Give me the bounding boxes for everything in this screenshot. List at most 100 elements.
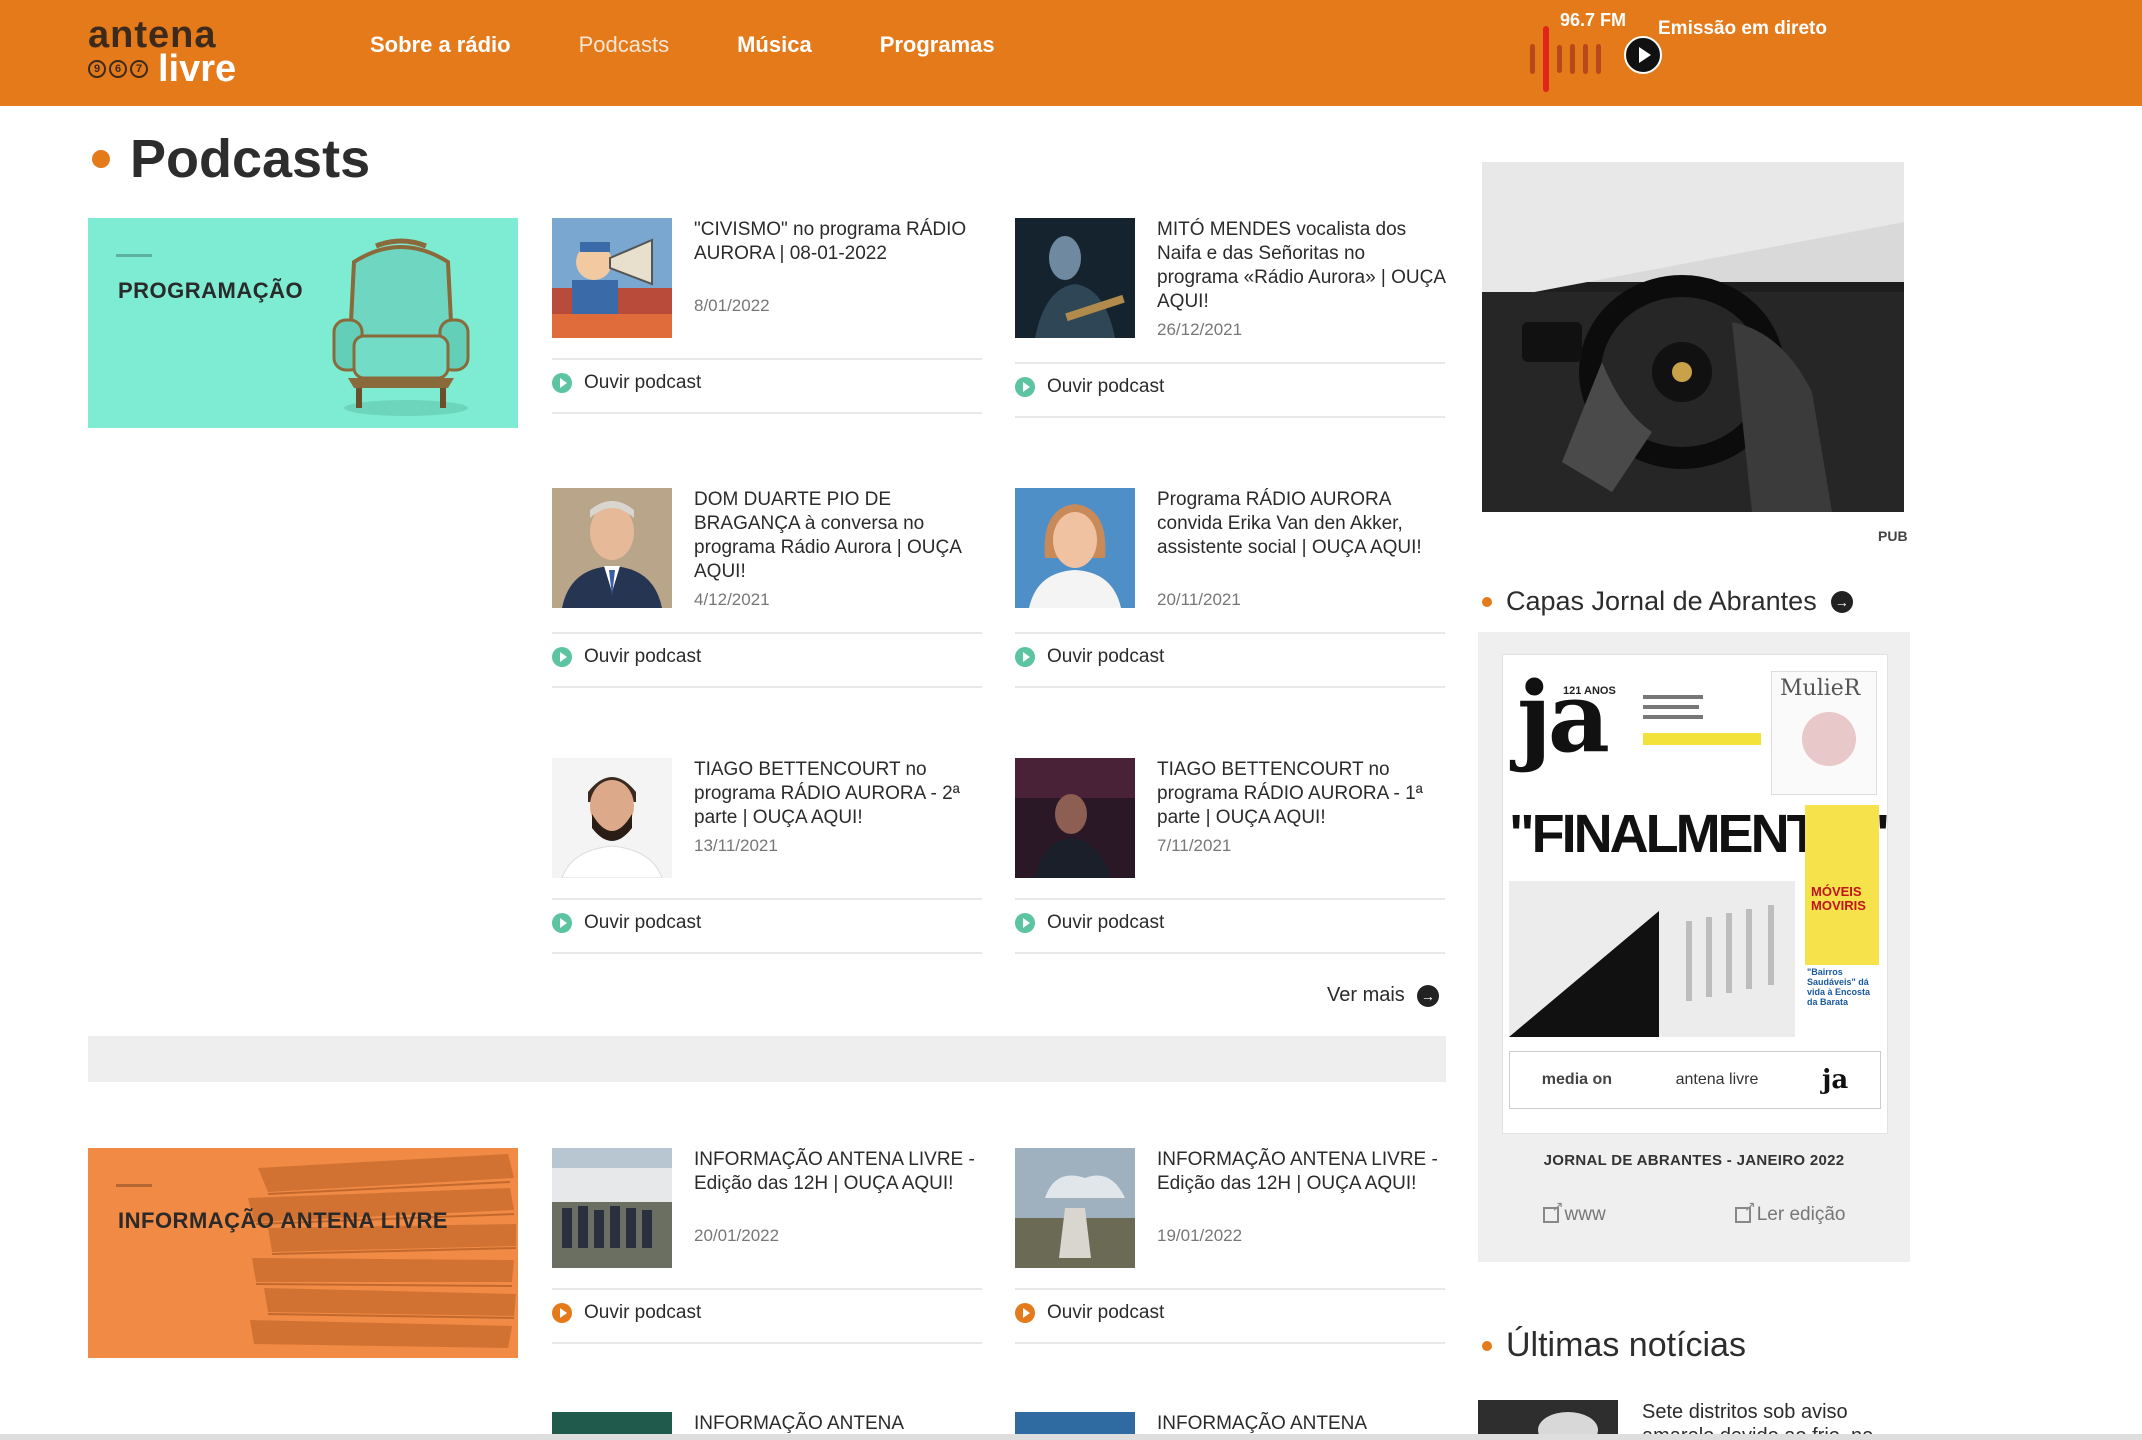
advertisement-banner[interactable]: [1482, 162, 1904, 512]
podcast-title[interactable]: INFORMAÇÃO ANTENA LIVRE - Edição das 12H…: [694, 1148, 982, 1196]
news-section-title: Últimas notícias: [1482, 1326, 1746, 1365]
listen-podcast-link[interactable]: Ouvir podcast: [1015, 1302, 1164, 1324]
nav-podcasts[interactable]: Podcasts: [579, 32, 670, 58]
logo-digit: 7: [130, 60, 148, 78]
podcast-date: 4/12/2021: [694, 590, 770, 609]
ad-label: PUB: [1878, 528, 1908, 544]
divider: [552, 898, 982, 900]
page-title: Podcasts: [92, 128, 370, 190]
banner-dash: [116, 254, 152, 257]
podcast-card[interactable]: INFORMAÇÃO ANTENA LIVRE - Edição das 12H…: [552, 1148, 982, 1348]
external-link-icon: [1542, 1198, 1564, 1223]
podcast-thumbnail[interactable]: [1015, 1148, 1135, 1268]
divider: [552, 632, 982, 634]
cover-masthead: ja: [1517, 661, 1610, 774]
see-more-link[interactable]: Ver mais →: [1327, 984, 1439, 1007]
cover-bairros: "Bairros Saudáveis" dá vida à Encosta da…: [1807, 967, 1871, 1007]
category-banner-programacao[interactable]: PROGRAMAÇÃO: [88, 218, 518, 428]
listen-podcast-link[interactable]: Ouvir podcast: [1015, 376, 1164, 398]
podcast-thumbnail[interactable]: [1015, 488, 1135, 608]
podcast-title[interactable]: MITÓ MENDES vocalista dos Naifa e das Se…: [1157, 218, 1445, 314]
play-circle-icon: [552, 913, 572, 933]
jornal-title-text: Capas Jornal de Abrantes: [1506, 586, 1817, 616]
podcast-title[interactable]: "CIVISMO" no programa RÁDIO AURORA | 08-…: [694, 218, 982, 266]
podcast-card[interactable]: MITÓ MENDES vocalista dos Naifa e das Se…: [1015, 218, 1445, 422]
podcast-card[interactable]: "CIVISMO" no programa RÁDIO AURORA | 08-…: [552, 218, 982, 418]
play-circle-icon: [552, 373, 572, 393]
jornal-cover-image[interactable]: ja 121 ANOS MulieR "FINALMENTE!" MÓVEIS …: [1502, 654, 1888, 1134]
cover-anos: 121 ANOS: [1563, 685, 1616, 697]
category-label: PROGRAMAÇÃO: [118, 278, 304, 303]
top-header: antena 9 6 7 livre Sobre a rádio Podcast…: [0, 0, 2142, 106]
podcast-thumbnail[interactable]: [552, 218, 672, 338]
jornal-section-title: Capas Jornal de Abrantes →: [1482, 586, 1853, 617]
cover-moveis: MÓVEIS MOVIRIS: [1811, 884, 1866, 913]
podcast-title[interactable]: TIAGO BETTENCOURT no programa RÁDIO AURO…: [694, 758, 982, 830]
listen-podcast-link[interactable]: Ouvir podcast: [552, 912, 701, 934]
divider: [552, 412, 982, 414]
www-link[interactable]: www: [1542, 1198, 1606, 1226]
page-title-text: Podcasts: [130, 129, 371, 189]
podcast-thumbnail[interactable]: [1015, 218, 1135, 338]
podcast-date: 20/11/2021: [1157, 590, 1241, 609]
jornal-caption: JORNAL DE ABRANTES - JANEIRO 2022: [1543, 1152, 1845, 1169]
see-more-label: Ver mais: [1327, 984, 1405, 1006]
read-edition-link[interactable]: Ler edição: [1734, 1198, 1845, 1226]
main-nav: Sobre a rádio Podcasts Música Programas: [370, 32, 995, 58]
nav-programas[interactable]: Programas: [880, 32, 995, 58]
logo-digit: 6: [109, 60, 127, 78]
category-banner-informacao[interactable]: INFORMAÇÃO ANTENA LIVRE: [88, 1148, 518, 1358]
newspaper-stack-image: [248, 1154, 517, 1348]
podcast-title[interactable]: TIAGO BETTENCOURT no programa RÁDIO AURO…: [1157, 758, 1445, 830]
jornal-cover-box: ja 121 ANOS MulieR "FINALMENTE!" MÓVEIS …: [1478, 632, 1910, 1262]
podcast-card[interactable]: Programa RÁDIO AURORA convida Erika Van …: [1015, 488, 1445, 692]
podcast-card[interactable]: TIAGO BETTENCOURT no programa RÁDIO AURO…: [552, 758, 982, 958]
listen-podcast-link[interactable]: Ouvir podcast: [552, 646, 701, 668]
listen-label: Ouvir podcast: [584, 372, 702, 393]
cover-small-columns: [1643, 689, 1763, 789]
nav-musica[interactable]: Música: [737, 32, 812, 58]
listen-podcast-link[interactable]: Ouvir podcast: [552, 372, 701, 394]
live-label[interactable]: Emissão em direto: [1658, 18, 1827, 40]
podcast-thumbnail[interactable]: [552, 488, 672, 608]
podcast-title[interactable]: Programa RÁDIO AURORA convida Erika Van …: [1157, 488, 1445, 560]
play-circle-icon: [1015, 377, 1035, 397]
podcast-title[interactable]: INFORMAÇÃO ANTENA: [694, 1412, 982, 1436]
divider: [552, 1342, 982, 1344]
divider: [1015, 686, 1445, 688]
podcast-date: 13/11/2021: [694, 836, 778, 855]
logo-word-livre: livre: [158, 48, 237, 90]
banner-dash: [116, 1184, 152, 1187]
podcast-date: 8/01/2022: [694, 296, 770, 315]
podcast-title[interactable]: DOM DUARTE PIO DE BRAGANÇA à conversa no…: [694, 488, 982, 584]
divider: [552, 358, 982, 360]
podcast-card[interactable]: DOM DUARTE PIO DE BRAGANÇA à conversa no…: [552, 488, 982, 692]
nav-sobre-a-radio[interactable]: Sobre a rádio: [370, 32, 511, 58]
podcast-thumbnail[interactable]: [552, 1148, 672, 1268]
listen-label: Ouvir podcast: [1047, 912, 1165, 933]
antena-livre-logo[interactable]: antena 9 6 7 livre: [88, 10, 258, 90]
cover-brand: media on: [1541, 1071, 1613, 1088]
podcast-card[interactable]: INFORMAÇÃO ANTENA LIVRE - Edição das 12H…: [1015, 1148, 1445, 1348]
divider: [1015, 1288, 1445, 1290]
listen-label: Ouvir podcast: [584, 1302, 702, 1323]
listen-podcast-link[interactable]: Ouvir podcast: [1015, 646, 1164, 668]
listen-podcast-link[interactable]: Ouvir podcast: [552, 1302, 701, 1324]
play-icon[interactable]: [1624, 36, 1662, 74]
podcast-thumbnail[interactable]: [1015, 758, 1135, 878]
listen-podcast-link[interactable]: Ouvir podcast: [1015, 912, 1164, 934]
listen-label: Ouvir podcast: [584, 646, 702, 667]
divider: [1015, 898, 1445, 900]
divider: [1015, 1342, 1445, 1344]
podcast-card[interactable]: TIAGO BETTENCOURT no programa RÁDIO AURO…: [1015, 758, 1445, 958]
podcast-thumbnail[interactable]: [552, 758, 672, 878]
play-circle-icon: [1015, 1303, 1035, 1323]
divider: [552, 686, 982, 688]
arrow-right-icon[interactable]: →: [1830, 590, 1853, 613]
live-player: 96.7 FM Emissão em direto: [1530, 6, 1830, 92]
bullet-dot-icon: [1482, 596, 1492, 607]
podcast-title[interactable]: INFORMAÇÃO ANTENA: [1157, 1412, 1445, 1436]
cover-mulier: MulieR: [1780, 676, 1861, 701]
podcast-title[interactable]: INFORMAÇÃO ANTENA LIVRE - Edição das 12H…: [1157, 1148, 1445, 1196]
cover-photo: [1509, 881, 1795, 1037]
